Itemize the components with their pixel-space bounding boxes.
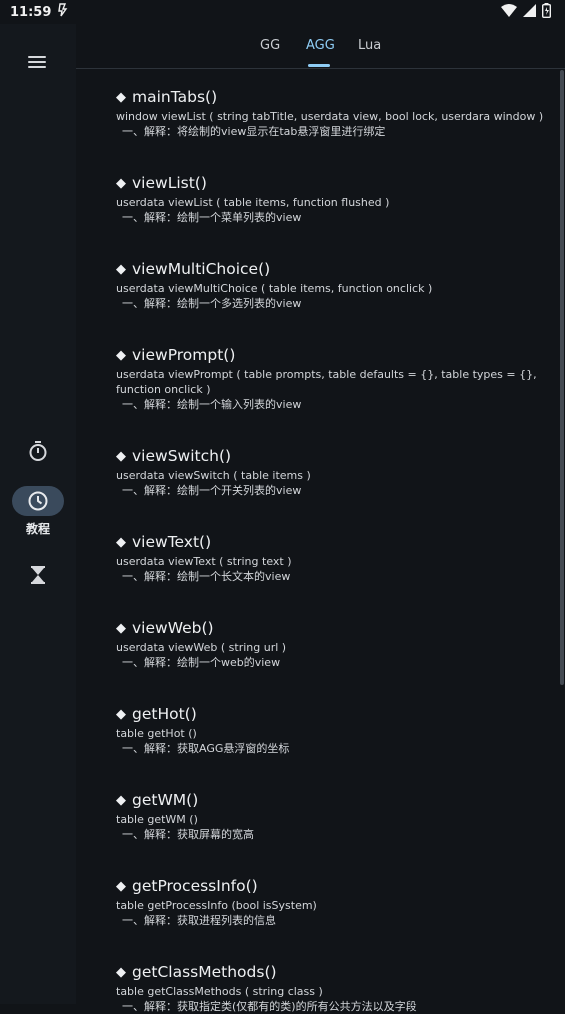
hourglass-icon bbox=[31, 566, 45, 584]
rail-item-tutorial[interactable]: 教程 bbox=[0, 486, 76, 537]
battery-icon bbox=[541, 2, 551, 22]
signal-icon bbox=[523, 3, 536, 21]
list-item[interactable]: ◆ getClassMethods() table getClassMethods… bbox=[116, 961, 546, 1014]
diamond-icon: ◆ bbox=[116, 964, 126, 980]
rail-item-timer[interactable] bbox=[0, 436, 76, 466]
entry-title: ◆ viewWeb() bbox=[116, 617, 546, 639]
entry-description: 一、解释：获取指定类(仅都有的类)的所有公共方法以及字段 bbox=[122, 1000, 417, 1013]
diamond-icon: ◆ bbox=[116, 175, 126, 191]
app-notification-icon bbox=[57, 3, 69, 21]
entry-title-text: viewPrompt() bbox=[132, 346, 236, 364]
entry-title: ◆ viewText() bbox=[116, 531, 546, 553]
status-left: 11:59 bbox=[10, 3, 69, 21]
entry-title-text: viewWeb() bbox=[132, 619, 214, 637]
entry-title: ◆ getProcessInfo() bbox=[116, 875, 546, 897]
entry-title: ◆ getClassMethods() bbox=[116, 961, 546, 983]
entry-description: 一、解释：绘制一个web的view bbox=[122, 656, 281, 669]
status-time: 11:59 bbox=[10, 4, 52, 20]
entry-title: ◆ getHot() bbox=[116, 703, 546, 725]
top-tabs: GG AGG Lua bbox=[76, 24, 565, 69]
list-item[interactable]: ◆ viewSwitch() userdata viewSwitch ( tabl… bbox=[116, 445, 546, 498]
entry-title: ◆ mainTabs() bbox=[116, 86, 546, 108]
entry-description: 一、解释：绘制一个菜单列表的view bbox=[122, 211, 302, 224]
wifi-icon bbox=[501, 3, 517, 21]
entry-signature: table getHot () bbox=[116, 727, 197, 740]
hourglass-pill bbox=[12, 560, 64, 590]
timer-icon bbox=[29, 441, 47, 461]
active-tab-indicator bbox=[308, 64, 330, 67]
diamond-icon: ◆ bbox=[116, 448, 126, 464]
list-item[interactable]: ◆ mainTabs() window viewList ( string tab… bbox=[116, 86, 546, 139]
scrollbar[interactable] bbox=[560, 70, 564, 685]
entry-title-text: getProcessInfo() bbox=[132, 877, 258, 895]
diamond-icon: ◆ bbox=[116, 261, 126, 277]
entry-title: ◆ viewMultiChoice() bbox=[116, 258, 546, 280]
entry-description: 一、解释：获取AGG悬浮窗的坐标 bbox=[122, 742, 290, 755]
tab-lua[interactable]: Lua bbox=[358, 38, 381, 53]
diamond-icon: ◆ bbox=[116, 878, 126, 894]
list-item[interactable]: ◆ viewWeb() userdata viewWeb ( string url… bbox=[116, 617, 546, 670]
list-item[interactable]: ◆ getWM() table getWM () 一、解释：获取屏幕的宽高 bbox=[116, 789, 546, 842]
entry-signature: userdata viewList ( table items, functio… bbox=[116, 196, 390, 209]
entry-signature: userdata viewWeb ( string url ) bbox=[116, 641, 287, 654]
entry-title: ◆ getWM() bbox=[116, 789, 546, 811]
entry-description: 一、解释：绘制一个长文本的view bbox=[122, 570, 291, 583]
entry-title: ◆ viewList() bbox=[116, 172, 546, 194]
entry-title: ◆ viewSwitch() bbox=[116, 445, 546, 467]
entry-description: 一、解释：绘制一个输入列表的view bbox=[122, 398, 302, 411]
entry-description: 一、解释：获取进程列表的信息 bbox=[122, 914, 276, 927]
list-item[interactable]: ◆ viewMultiChoice() userdata viewMultiCho… bbox=[116, 258, 546, 311]
rail-label-tutorial: 教程 bbox=[25, 522, 50, 536]
tab-agg[interactable]: AGG bbox=[306, 38, 335, 53]
entry-description: 一、解释：获取屏幕的宽高 bbox=[122, 828, 254, 841]
diamond-icon: ◆ bbox=[116, 792, 126, 808]
entry-signature: window viewList ( string tabTitle, userd… bbox=[116, 110, 544, 123]
entry-description: 一、解释：将绘制的view显示在tab悬浮窗里进行绑定 bbox=[122, 125, 386, 138]
rail-item-hourglass[interactable] bbox=[0, 560, 76, 590]
list-item[interactable]: ◆ viewText() userdata viewText ( string t… bbox=[116, 531, 546, 584]
list-item[interactable]: ◆ getHot() table getHot () 一、解释：获取AGG悬浮窗的… bbox=[116, 703, 546, 756]
diamond-icon: ◆ bbox=[116, 620, 126, 636]
menu-button[interactable] bbox=[26, 52, 50, 72]
entry-title: ◆ viewPrompt() bbox=[116, 344, 546, 366]
entry-title-text: getWM() bbox=[132, 791, 199, 809]
navigation-rail: 教程 bbox=[0, 24, 76, 1004]
timer-pill bbox=[12, 436, 64, 466]
entry-title-text: viewText() bbox=[132, 533, 212, 551]
tab-gg[interactable]: GG bbox=[260, 38, 280, 53]
menu-icon-bar bbox=[28, 61, 46, 63]
diamond-icon: ◆ bbox=[116, 89, 126, 105]
entry-title-text: viewList() bbox=[132, 174, 207, 192]
entry-description: 一、解释：绘制一个开关列表的view bbox=[122, 484, 302, 497]
entry-title-text: getHot() bbox=[132, 705, 197, 723]
diamond-icon: ◆ bbox=[116, 706, 126, 722]
entry-signature: userdata viewSwitch ( table items ) bbox=[116, 469, 311, 482]
entry-title-text: getClassMethods() bbox=[132, 963, 277, 981]
entry-signature: userdata viewText ( string text ) bbox=[116, 555, 292, 568]
list-item[interactable]: ◆ viewPrompt() userdata viewPrompt ( tabl… bbox=[116, 344, 546, 412]
entry-description: 一、解释：绘制一个多选列表的view bbox=[122, 297, 302, 310]
menu-icon-bar bbox=[28, 66, 46, 68]
diamond-icon: ◆ bbox=[116, 347, 126, 363]
diamond-icon: ◆ bbox=[116, 534, 126, 550]
status-right bbox=[501, 2, 551, 22]
entry-title-text: viewMultiChoice() bbox=[132, 260, 271, 278]
status-bar: 11:59 bbox=[0, 0, 565, 24]
entry-signature: table getProcessInfo (bool isSystem) bbox=[116, 899, 317, 912]
entry-signature: table getClassMethods ( string class ) bbox=[116, 985, 323, 998]
entry-title-text: viewSwitch() bbox=[132, 447, 232, 465]
entry-signature: userdata viewPrompt ( table prompts, tab… bbox=[116, 368, 537, 396]
clock-icon bbox=[28, 491, 48, 511]
entry-signature: table getWM () bbox=[116, 813, 198, 826]
list-item[interactable]: ◆ getProcessInfo() table getProcessInfo (… bbox=[116, 875, 546, 928]
list-item[interactable]: ◆ viewList() userdata viewList ( table it… bbox=[116, 172, 546, 225]
entry-title-text: mainTabs() bbox=[132, 88, 218, 106]
tutorial-pill bbox=[12, 486, 64, 516]
menu-icon bbox=[28, 56, 46, 58]
entry-signature: userdata viewMultiChoice ( table items, … bbox=[116, 282, 433, 295]
